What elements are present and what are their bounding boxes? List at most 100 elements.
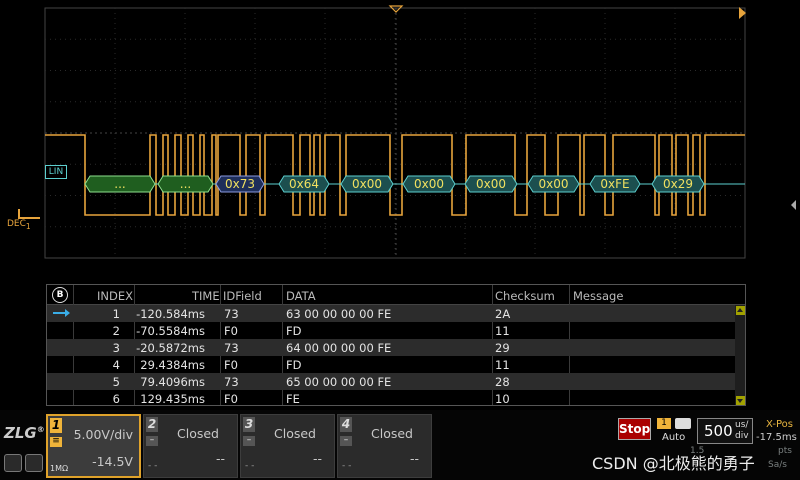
status-bar: ZLG® 1 ≡ 5.00V/div -14.5V 1MΩ 2 – Closed… (0, 410, 800, 480)
cell-id: 73 (224, 341, 239, 355)
channel-offset: -- (409, 451, 419, 466)
decode-frame-label: 0x00 (476, 177, 506, 191)
trigger-mode[interactable]: Auto (662, 432, 685, 443)
cell-time: -20.5872ms (136, 341, 205, 355)
channel-number: 3 (243, 417, 255, 432)
cell-id: 73 (224, 375, 239, 389)
channel-state: Closed (274, 426, 316, 441)
channel-number: 4 (340, 417, 352, 432)
screenshot-icon[interactable] (25, 454, 43, 472)
waveform-canvas[interactable]: ...... 0x73 0x64 0x00 0x00 0x00 0x00 0xFE 0x29 (0, 0, 800, 275)
cell-data: FD (286, 324, 302, 338)
cell-data: 64 00 00 00 00 FE (286, 341, 392, 355)
col-idfield: IDField (223, 289, 262, 303)
cell-checksum: 11 (495, 324, 510, 338)
cell-checksum: 28 (495, 375, 510, 389)
points-label: pts (778, 446, 792, 456)
cell-id: 73 (224, 307, 239, 321)
decode-frame-label: 0xFE (600, 177, 629, 191)
decode-frame-label: ... (114, 177, 125, 191)
coupling-icon: – (243, 436, 255, 446)
cell-id: F0 (224, 392, 238, 406)
trigger-edge-icon[interactable] (675, 418, 691, 429)
cell-time: 79.4096ms (140, 375, 205, 389)
channel-number: 2 (146, 417, 158, 432)
timebase-control[interactable]: 500 us/ div (697, 418, 753, 444)
channel-4-panel[interactable]: 4 – Closed -- - - (337, 414, 432, 478)
cell-id: F0 (224, 324, 238, 338)
cell-data: 63 00 00 00 00 FE (286, 307, 392, 321)
channel-offset: -14.5V (92, 454, 133, 469)
scroll-down-icon[interactable] (736, 396, 745, 405)
volts-per-div: 5.00V/div (73, 427, 133, 442)
table-row[interactable]: 4 29.4384ms F0 FD 11 (47, 356, 735, 373)
table-scrollbar[interactable] (735, 305, 745, 405)
timebase-unit-div: div (735, 431, 749, 441)
decode-table[interactable]: B INDEX TIME IDField DATA Checksum Messa… (46, 284, 746, 406)
table-row[interactable]: 1 -120.584ms 73 63 00 00 00 00 FE 2A (47, 305, 735, 322)
cell-index: 2 (112, 324, 120, 338)
scroll-up-icon[interactable] (736, 306, 745, 315)
cell-time: 29.4384ms (140, 358, 205, 372)
xpos-label: X-Pos (766, 419, 793, 430)
cell-index: 5 (112, 375, 120, 389)
cell-checksum: 29 (495, 341, 510, 355)
xpos-value[interactable]: -17.5ms (756, 432, 797, 443)
cell-index: 6 (112, 392, 120, 406)
run-stop-button[interactable]: Stop (618, 418, 651, 440)
col-message: Message (573, 289, 624, 303)
col-time: TIME (192, 289, 220, 303)
col-index: INDEX (97, 289, 133, 303)
timebase-value: 500 (704, 422, 733, 440)
watermark: CSDN @北极熊的勇子 (592, 454, 755, 473)
cell-checksum: 2A (495, 307, 511, 321)
waveform-display[interactable]: ...... 0x73 0x64 0x00 0x00 0x00 0x00 0xFE 0x29 L… (0, 0, 800, 275)
trigger-source[interactable]: 1 (657, 418, 671, 429)
channel-number: 1 (50, 418, 62, 433)
expand-panel-arrow (791, 200, 796, 210)
cell-time: -70.5584ms (136, 324, 205, 338)
decode-frame-label: 0x64 (289, 177, 319, 191)
cell-data: FE (286, 392, 300, 406)
cell-index: 4 (112, 358, 120, 372)
table-row[interactable]: 2 -70.5584ms F0 FD 11 (47, 322, 735, 339)
current-row-arrow-icon (53, 309, 70, 317)
decode-frame-label: 0x00 (538, 177, 568, 191)
col-data: DATA (286, 289, 316, 303)
cell-id: F0 (224, 358, 238, 372)
channel-1-panel[interactable]: 1 ≡ 5.00V/div -14.5V 1MΩ (46, 414, 141, 478)
impedance-label: 1MΩ (50, 464, 69, 473)
channel-state: Closed (371, 426, 413, 441)
channel-offset: -- (215, 451, 225, 466)
cell-index: 3 (112, 341, 120, 355)
cell-time: 129.435ms (140, 392, 205, 406)
table-header: B INDEX TIME IDField DATA Checksum Messa… (47, 285, 745, 305)
bus-tag: LIN (45, 165, 67, 179)
timebase-unit: us/ (735, 420, 749, 430)
coupling-icon: – (146, 436, 158, 446)
table-row[interactable]: 5 79.4096ms 73 65 00 00 00 00 FE 28 (47, 373, 735, 390)
zoom-icon[interactable] (4, 454, 22, 472)
cell-checksum: 10 (495, 392, 510, 406)
cell-data: FD (286, 358, 302, 372)
brand-logo: ZLG® (4, 424, 45, 442)
cell-time: -120.584ms (136, 307, 205, 321)
decode-channel-tag: DEC1 (7, 219, 31, 231)
decode-frame-label: 0x00 (414, 177, 444, 191)
channel-3-panel[interactable]: 3 – Closed -- - - (240, 414, 335, 478)
table-row[interactable]: 3 -20.5872ms 73 64 00 00 00 00 FE 29 (47, 339, 735, 356)
sample-rate-unit: Sa/s (768, 460, 787, 470)
decode-frame-label: 0x73 (225, 177, 255, 191)
cell-data: 65 00 00 00 00 FE (286, 375, 392, 389)
decode-frame-label: 0x29 (663, 177, 693, 191)
coupling-icon: ≡ (50, 437, 62, 447)
decode-frame-label: 0x00 (352, 177, 382, 191)
channel-2-panel[interactable]: 2 – Closed -- - - (143, 414, 238, 478)
table-row[interactable]: 6 129.435ms F0 FE 10 (47, 390, 735, 406)
cell-checksum: 11 (495, 358, 510, 372)
cell-index: 1 (112, 307, 120, 321)
bus-select-icon[interactable]: B (52, 287, 68, 303)
channel-state: Closed (177, 426, 219, 441)
decode-frame-label: ... (180, 177, 191, 191)
col-checksum: Checksum (495, 289, 555, 303)
